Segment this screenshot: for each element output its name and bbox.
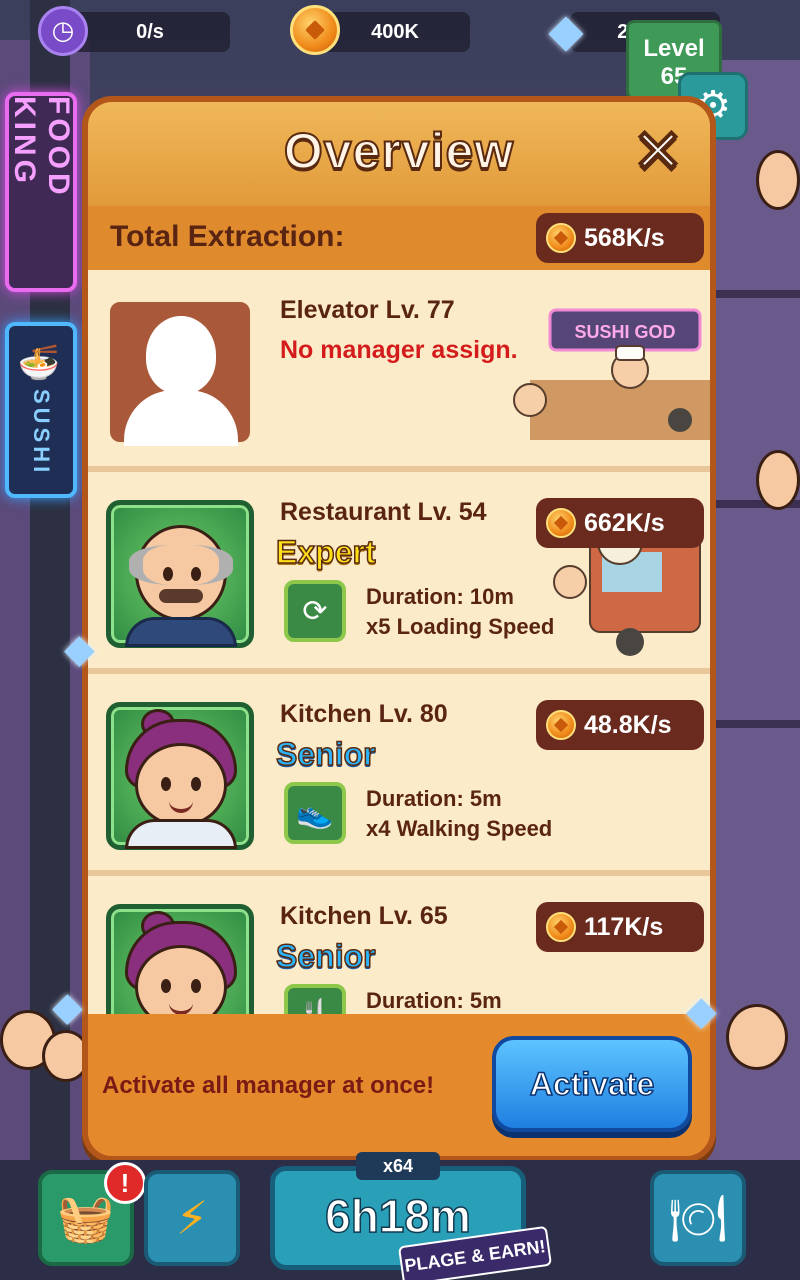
- dialog-title: Overview: [283, 122, 515, 180]
- manager-face: [135, 743, 227, 827]
- skill-effect: x5 Loading Speed: [366, 614, 555, 639]
- card-rate-value: 48.8K/s: [584, 710, 672, 739]
- utensils-icon: 🍽: [668, 1190, 728, 1245]
- skill-duration: Duration: 5m: [366, 786, 502, 811]
- walking-skill-icon[interactable]: 👟: [284, 782, 346, 844]
- skill-duration: Duration: 5m: [366, 988, 502, 1013]
- manager-eye: [161, 777, 171, 791]
- manager-eye: [191, 567, 201, 581]
- sushi-god-sign: SUSHI GOD: [574, 322, 675, 342]
- manager-suit: [125, 617, 237, 647]
- coin-icon: [546, 508, 576, 538]
- floor-divider: [705, 720, 800, 728]
- background-building-right: [705, 60, 800, 1160]
- basket-icon: 🧺: [57, 1190, 115, 1245]
- food-king-sign: FOOD KING: [5, 92, 77, 292]
- manager-card-elevator[interactable]: SUSHI GOD Elevator Lv. 77 No manager ass…: [88, 270, 710, 466]
- skill-duration: Duration: 10m: [366, 584, 514, 609]
- card-title: Kitchen Lv. 65: [280, 902, 448, 930]
- gem-icon[interactable]: ◆: [52, 984, 83, 1030]
- ramen-bowl-icon: 🍜: [17, 344, 65, 383]
- card-rate-value: 117K/s: [584, 912, 664, 941]
- silhouette-head: [146, 316, 216, 394]
- manager-card-kitchen-65[interactable]: Kitchen Lv. 65 Senior 117K/s 🍴 Duration:…: [88, 876, 710, 1014]
- manager-eye: [191, 979, 201, 993]
- activate-all-hint: Activate all manager at once!: [102, 1072, 435, 1099]
- customer-character: [726, 1004, 788, 1070]
- food-king-sign-text: FOOD KING: [8, 96, 75, 199]
- close-button[interactable]: ✕: [628, 118, 688, 185]
- manager-list[interactable]: SUSHI GOD Elevator Lv. 77 No manager ass…: [88, 270, 710, 1014]
- manager-portrait-senior[interactable]: [106, 904, 254, 1014]
- manager-rank-badge: Senior: [275, 735, 376, 773]
- total-rate-value: 568K/s: [584, 223, 665, 252]
- manager-card-kitchen-80[interactable]: Kitchen Lv. 80 Senior 48.8K/s 👟 Duration…: [88, 674, 710, 870]
- clock-icon[interactable]: ◷: [38, 6, 88, 56]
- floor-divider: [705, 290, 800, 298]
- card-rate-value: 662K/s: [584, 508, 665, 537]
- manager-hair: [129, 545, 233, 585]
- close-icon: ✕: [632, 118, 684, 185]
- gem-icon[interactable]: ◆: [64, 626, 95, 672]
- manager-eye: [161, 979, 171, 993]
- worker-character: [756, 150, 800, 210]
- level-label: Level: [643, 35, 705, 62]
- total-extraction-row: Total Extraction: 568K/s: [88, 206, 710, 270]
- silhouette-body: [124, 390, 238, 446]
- manager-rank-badge: Expert: [275, 533, 376, 571]
- income-rate: 0/s: [70, 12, 230, 52]
- card-rate: 117K/s: [536, 902, 704, 952]
- total-extraction-label: Total Extraction:: [110, 220, 345, 253]
- empty-manager-slot[interactable]: [106, 298, 254, 446]
- gem-icon[interactable]: ◆: [686, 988, 717, 1034]
- worker-character: [756, 450, 800, 510]
- manager-portrait-senior[interactable]: [106, 702, 254, 850]
- coin-value: 400K: [371, 20, 419, 43]
- card-rate: 662K/s: [536, 498, 704, 548]
- boost-button[interactable]: ⚡: [144, 1170, 240, 1266]
- card-title: Kitchen Lv. 80: [280, 700, 448, 728]
- manager-eye: [191, 777, 201, 791]
- coin-icon: [546, 710, 576, 740]
- kitchen-button[interactable]: 🍽: [650, 1170, 746, 1266]
- sushi-stand-illustration: SUSHI GOD: [513, 308, 710, 440]
- dialog-header: Overview ✕: [88, 102, 710, 206]
- loading-skill-icon[interactable]: ⟳: [284, 580, 346, 642]
- gem-icon: ◆: [548, 3, 584, 57]
- activate-button[interactable]: Activate: [492, 1036, 692, 1132]
- lightning-icon: ⚡: [175, 1191, 209, 1245]
- skill-effect: x4 Walking Speed: [366, 816, 553, 841]
- manager-portrait-expert[interactable]: [106, 500, 254, 648]
- manager-card-restaurant[interactable]: Restaurant Lv. 54 Expert 662K/s ⟳ Durati…: [88, 472, 710, 668]
- coin-counter: 400K: [320, 12, 470, 52]
- manager-chef-coat: [125, 819, 237, 849]
- overview-dialog: Overview ✕ Total Extraction: 568K/s SUSH…: [82, 96, 716, 1162]
- manager-mustache: [159, 589, 203, 603]
- dialog-footer: Activate all manager at once! Activate: [88, 1014, 710, 1156]
- total-extraction-rate: 568K/s: [536, 213, 704, 263]
- cooking-skill-icon[interactable]: 🍴: [284, 984, 346, 1014]
- coin-icon: [290, 5, 340, 55]
- alert-badge: !: [104, 1162, 146, 1204]
- card-title: Restaurant Lv. 54: [280, 498, 487, 526]
- manager-rank-badge: Senior: [275, 937, 376, 975]
- sushi-sign: 🍜 SUSHI: [5, 322, 77, 498]
- coin-icon: [546, 223, 576, 253]
- manager-eye: [163, 567, 173, 581]
- multiplier-badge: x64: [356, 1152, 440, 1180]
- sushi-sign-text: SUSHI: [29, 389, 54, 477]
- card-rate: 48.8K/s: [536, 700, 704, 750]
- no-manager-status: No manager assign.: [280, 336, 518, 364]
- card-title: Elevator Lv. 77: [280, 296, 455, 324]
- coin-icon: [546, 912, 576, 942]
- income-rate-value: 0/s: [136, 20, 164, 43]
